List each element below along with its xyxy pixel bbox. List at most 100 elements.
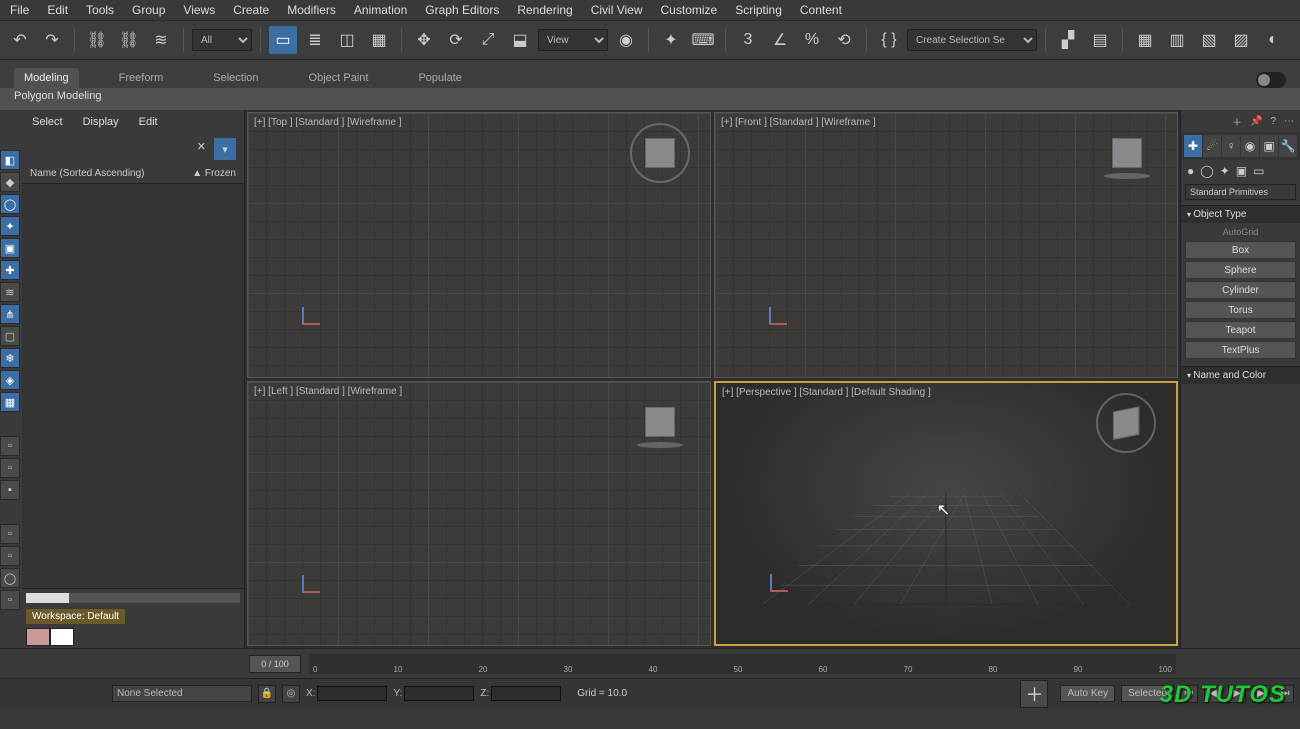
autokey-button[interactable]: Auto Key [1060,685,1115,702]
select-manipulate-button[interactable]: ✦ [657,26,685,54]
menu-grapheditors[interactable]: Graph Editors [425,3,499,17]
display-bones-icon[interactable]: ⋔ [0,304,20,324]
cmd-tab-modify[interactable]: ☄ [1203,135,1221,157]
display-spacewarps-icon[interactable]: ≋ [0,282,20,302]
menu-views[interactable]: Views [183,3,215,17]
cmd-tab-hierarchy[interactable]: ♀ [1222,135,1240,157]
create-torus-button[interactable]: Torus [1185,301,1296,319]
ribbon-tab-freeform[interactable]: Freeform [109,68,174,88]
cat-cameras-icon[interactable]: ▣ [1236,164,1247,178]
window-crossing-button[interactable]: ▦ [365,26,393,54]
display-all-icon[interactable]: ◧ [0,150,20,170]
cat-lights-icon[interactable]: ✦ [1220,164,1230,178]
link-button[interactable]: ⛓ [83,26,111,54]
use-pivot-button[interactable]: ◉ [612,26,640,54]
select-region-button[interactable]: ◫ [333,26,361,54]
menu-scripting[interactable]: Scripting [735,3,782,17]
curve-editor-button[interactable]: ▧ [1195,26,1223,54]
menu-modifiers[interactable]: Modifiers [287,3,336,17]
cmd-tab-display[interactable]: ▣ [1260,135,1278,157]
ribbon-toggle[interactable] [1256,72,1286,88]
cat-helpers-icon[interactable]: ▭ [1253,164,1264,178]
viewport-top[interactable]: [+] [Top ] [Standard ] [Wireframe ] [247,112,711,378]
create-cylinder-button[interactable]: Cylinder [1185,281,1296,299]
edit-selection-set-button[interactable]: { } [875,26,903,54]
scene-scrollbar[interactable] [26,593,240,603]
create-sphere-button[interactable]: Sphere [1185,261,1296,279]
create-textplus-button[interactable]: TextPlus [1185,341,1296,359]
menu-create[interactable]: Create [233,3,269,17]
menu-customize[interactable]: Customize [661,3,718,17]
viewport-perspective[interactable]: [+] [Perspective ] [Standard ] [Default … [714,381,1178,647]
scale-button[interactable]: ⤢ [474,26,502,54]
cat-geometry-icon[interactable]: ● [1187,164,1194,178]
bind-spacewarp-button[interactable]: ≋ [147,26,175,54]
filter-icon[interactable]: ▾ [214,138,236,160]
select-object-button[interactable]: ▭ [269,26,297,54]
menu-edit[interactable]: Edit [47,3,68,17]
lock-selection-icon[interactable]: 🔒 [258,685,276,703]
mirror-button[interactable]: ▞ [1054,26,1082,54]
viewcube-left[interactable] [630,392,690,452]
rollout-name-color[interactable]: Name and Color [1181,366,1300,384]
display-containers-icon[interactable]: ▢ [0,326,20,346]
toggle-ribbon-button[interactable]: ▥ [1163,26,1191,54]
column-frozen[interactable]: ▲ Frozen [192,168,236,179]
select-by-name-button[interactable]: ≣ [301,26,329,54]
material-editor-button[interactable]: ◐ [1259,26,1287,54]
menu-group[interactable]: Group [132,3,165,17]
cmd-pin-icon[interactable]: 📌 [1250,116,1262,127]
viewport-left[interactable]: [+] [Left ] [Standard ] [Wireframe ] [247,381,711,647]
cat-shapes-icon[interactable]: ◯ [1200,164,1213,178]
cmd-tab-motion[interactable]: ◉ [1241,135,1259,157]
cmd-plus-icon[interactable]: ＋ [1232,114,1242,129]
se-btn-a[interactable]: ▫ [0,436,20,456]
create-box-button[interactable]: Box [1185,241,1296,259]
viewport-label-left[interactable]: [+] [Left ] [Standard ] [Wireframe ] [254,386,402,397]
se-btn-g[interactable]: ▫ [0,590,20,610]
scene-menu-edit[interactable]: Edit [139,116,158,128]
se-btn-d[interactable]: ▫ [0,524,20,544]
add-time-tag-button[interactable]: ＋ [1020,680,1048,708]
se-btn-e[interactable]: ▫ [0,546,20,566]
spinner-snap-button[interactable]: ⟲ [830,26,858,54]
move-button[interactable]: ✥ [410,26,438,54]
material-slots[interactable] [26,628,240,646]
snap-toggle-button[interactable]: 3 [734,26,762,54]
menu-animation[interactable]: Animation [354,3,407,17]
isolate-selection-icon[interactable]: ◎ [282,685,300,703]
ribbon-tab-populate[interactable]: Populate [408,68,471,88]
display-lights-icon[interactable]: ✦ [0,216,20,236]
scene-list[interactable] [22,184,244,588]
ribbon-tab-modeling[interactable]: Modeling [14,68,79,88]
y-input[interactable] [404,686,474,701]
cmd-more-icon[interactable]: ⋯ [1284,116,1294,127]
layer-explorer-button[interactable]: ▦ [1131,26,1159,54]
x-input[interactable] [317,686,387,701]
viewport-label-front[interactable]: [+] [Front ] [Standard ] [Wireframe ] [721,117,876,128]
display-helpers-icon[interactable]: ✚ [0,260,20,280]
viewcube-front[interactable] [1097,123,1157,183]
display-hidden-icon[interactable]: ◈ [0,370,20,390]
cmd-help-icon[interactable]: ? [1270,116,1276,127]
angle-snap-button[interactable]: ∠ [766,26,794,54]
viewcube-perspective[interactable] [1096,393,1156,453]
align-button[interactable]: ▤ [1086,26,1114,54]
create-teapot-button[interactable]: Teapot [1185,321,1296,339]
menu-civilview[interactable]: Civil View [591,3,643,17]
viewport-front[interactable]: [+] [Front ] [Standard ] [Wireframe ] [714,112,1178,378]
cmd-tab-create[interactable]: ✚ [1184,135,1202,157]
menu-tools[interactable]: Tools [86,3,114,17]
time-track[interactable]: 0 10 20 30 40 50 60 70 80 90 100 [309,654,1176,674]
autogrid-label[interactable]: AutoGrid [1223,227,1259,237]
display-geometry-icon[interactable]: ◆ [0,172,20,192]
scene-menu-select[interactable]: Select [32,116,63,128]
menu-content[interactable]: Content [800,3,842,17]
named-selection-dropdown[interactable]: Create Selection Se [907,29,1037,51]
ref-coord-dropdown[interactable]: View [538,29,608,51]
cmd-tab-utilities[interactable]: 🔧 [1279,135,1297,157]
percent-snap-button[interactable]: % [798,26,826,54]
selection-filter-dropdown[interactable]: All [192,29,252,51]
placement-button[interactable]: ⬓ [506,26,534,54]
time-slider[interactable]: 0 / 100 [249,655,301,673]
